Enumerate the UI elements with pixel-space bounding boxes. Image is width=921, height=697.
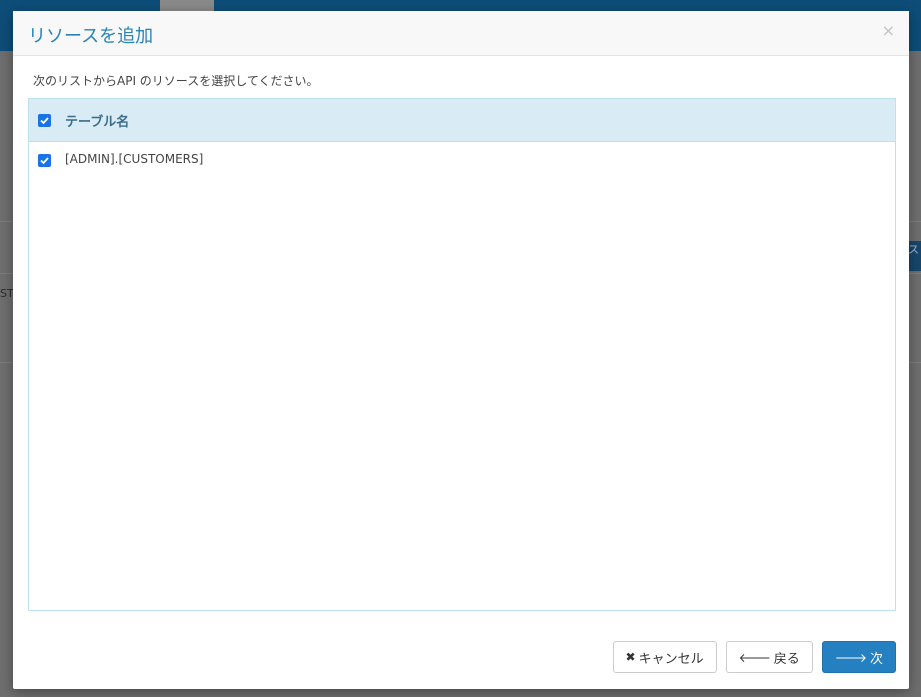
checkmark-icon: [40, 157, 49, 165]
instruction-text: 次のリストからAPI のリソースを選択してください。: [33, 74, 319, 88]
cancel-button[interactable]: ✖ キャンセル: [612, 641, 717, 673]
row-checkbox[interactable]: [38, 154, 51, 167]
select-all-checkbox[interactable]: [38, 114, 51, 127]
arrow-right-icon: 🡒: [834, 650, 867, 665]
next-button[interactable]: 🡒 次: [821, 641, 896, 673]
dialog-header: リソースを追加 ×: [13, 11, 909, 56]
table-name-cell: [ADMIN].[CUSTOMERS]: [65, 152, 204, 166]
close-icon[interactable]: ×: [882, 21, 895, 40]
arrow-left-icon: 🡐: [738, 650, 771, 665]
cancel-button-label: キャンセル: [638, 651, 704, 667]
dialog-title: リソースを追加: [28, 26, 154, 47]
column-header-table-name[interactable]: テーブル名: [65, 111, 129, 130]
resource-table: テーブル名 [ADMIN].[CUSTOMERS]: [28, 98, 896, 611]
dialog-footer: ✖ キャンセル 🡐 戻る 🡒 次: [612, 641, 896, 673]
table-header: テーブル名: [29, 99, 895, 142]
next-button-label: 次: [869, 651, 883, 667]
checkmark-icon: [40, 117, 49, 125]
background-button: ス: [908, 241, 921, 271]
add-resource-dialog: リソースを追加 × 次のリストからAPI のリソースを選択してください。 テーブ…: [13, 11, 909, 689]
close-icon: ✖: [625, 650, 636, 664]
table-row[interactable]: [ADMIN].[CUSTOMERS]: [29, 142, 895, 178]
back-button-label: 戻る: [773, 651, 800, 667]
background-text: ST: [0, 287, 14, 300]
back-button[interactable]: 🡐 戻る: [725, 641, 813, 673]
